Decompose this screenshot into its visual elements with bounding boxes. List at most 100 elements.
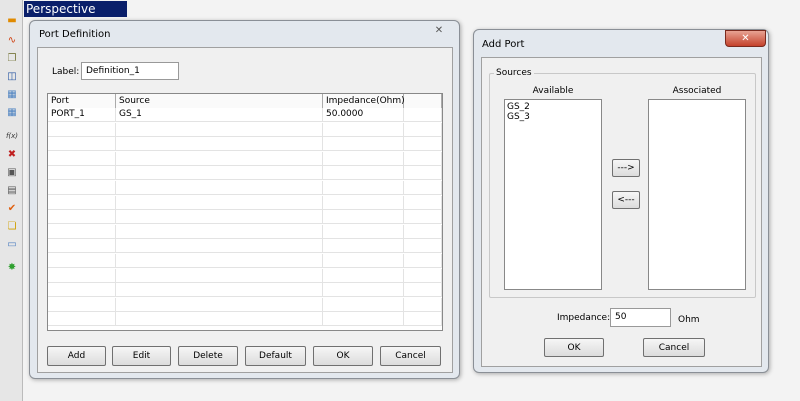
table-cell (48, 254, 116, 268)
table-cell (404, 268, 442, 283)
list-item[interactable]: GS_3 (507, 112, 599, 122)
table-cell (404, 151, 442, 166)
ports-table: Port Source Impedance(Ohm) PORT_1 GS_1 50.… (47, 93, 443, 331)
table-cell (404, 166, 442, 181)
table-row[interactable] (48, 122, 442, 137)
dialog-body: Label: Definition_1 Port Source Impedanc… (37, 47, 453, 373)
table-cell (404, 108, 442, 122)
table-cell (116, 151, 323, 166)
table-cell (116, 283, 323, 298)
sources-group-label: Sources (494, 68, 534, 78)
impedance-unit: Ohm (678, 315, 700, 325)
close-button[interactable]: ✕ (725, 30, 766, 47)
list-item[interactable]: GS_2 (507, 102, 599, 112)
table-cell (48, 166, 116, 181)
table-row[interactable] (48, 137, 442, 152)
table-cell (116, 122, 323, 137)
table-cell (323, 195, 404, 210)
table-cell (48, 297, 116, 312)
associated-list[interactable] (648, 99, 746, 290)
table-row[interactable] (48, 254, 442, 268)
box-icon[interactable]: ◫ (4, 70, 20, 83)
ok-button[interactable]: OK (313, 346, 373, 366)
copy-icon[interactable]: ❏ (4, 220, 20, 233)
table-cell (404, 137, 442, 152)
table-cell (48, 210, 116, 225)
table-cell (404, 312, 442, 327)
table-cell (404, 297, 442, 312)
table-cell (404, 195, 442, 210)
table-row[interactable] (48, 151, 442, 166)
table-cell: GS_1 (116, 108, 323, 122)
column-header-impedance[interactable]: Impedance(Ohm) (323, 94, 405, 108)
image-icon[interactable]: ▤ (4, 184, 20, 197)
edit-button[interactable]: Edit (112, 346, 171, 366)
table-cell (323, 210, 404, 225)
table-cell (323, 224, 404, 239)
table-row[interactable] (48, 224, 442, 239)
add-port-dialog: Add Port ✕ Sources Available Associated … (473, 29, 769, 373)
table-cell (48, 122, 116, 137)
table-cell (116, 137, 323, 152)
table-cell (116, 239, 323, 254)
ok-button[interactable]: OK (544, 338, 604, 357)
table-row[interactable] (48, 283, 442, 298)
function-icon[interactable]: f(x) (4, 130, 20, 143)
table-cell (404, 224, 442, 239)
table-row[interactable] (48, 210, 442, 225)
table-cell (404, 254, 442, 268)
add-button[interactable]: Add (47, 346, 106, 366)
plot-icon[interactable]: ▣ (4, 166, 20, 179)
table-cell: 50.0000 (323, 108, 404, 122)
grid-icon[interactable]: ▦ (4, 88, 20, 101)
left-toolbar: ▬ ∿ ❐ ◫ ▦ ▦ f(x) ✖ ▣ ▤ ✔ ❏ ▭ ✸ (0, 0, 23, 401)
table-cell (116, 210, 323, 225)
cancel-button[interactable]: Cancel (643, 338, 705, 357)
check-icon[interactable]: ✔ (4, 202, 20, 215)
column-header-port[interactable]: Port (48, 94, 116, 108)
table-cell (48, 312, 116, 327)
layers-icon[interactable]: ❐ (4, 52, 20, 65)
star-icon[interactable]: ✸ (4, 261, 20, 274)
table-row[interactable]: PORT_1 GS_1 50.0000 (48, 108, 442, 122)
table-row[interactable] (48, 166, 442, 181)
table-row[interactable] (48, 268, 442, 283)
table-cell (48, 151, 116, 166)
table-cell (323, 137, 404, 152)
table-cell (323, 151, 404, 166)
table-cell (323, 312, 404, 327)
table-cell (404, 210, 442, 225)
table-cell (116, 297, 323, 312)
impedance-input[interactable]: 50 (610, 308, 671, 327)
waveform-icon[interactable]: ∿ (4, 34, 20, 47)
perspective-title: Perspective (24, 1, 127, 17)
ruler-icon[interactable]: ▬ (4, 14, 20, 27)
table-row[interactable] (48, 181, 442, 195)
table-cell (48, 137, 116, 152)
table-cell (404, 181, 442, 195)
port-definition-dialog: Port Definition ✕ Label: Definition_1 Po… (29, 20, 460, 379)
document-icon[interactable]: ▭ (4, 238, 20, 251)
table-row[interactable] (48, 297, 442, 312)
move-left-button[interactable]: <--- (612, 191, 640, 209)
available-list[interactable]: GS_2 GS_3 (504, 99, 602, 290)
column-header-source[interactable]: Source (116, 94, 323, 108)
label-input[interactable]: Definition_1 (81, 62, 179, 80)
table-cell (116, 312, 323, 327)
table-cell (116, 254, 323, 268)
excel-icon[interactable]: ✖ (4, 148, 20, 161)
table-row[interactable] (48, 239, 442, 254)
cancel-button[interactable]: Cancel (380, 346, 441, 366)
table-cell (323, 239, 404, 254)
table-cell (116, 166, 323, 181)
dialog-title: Add Port (482, 39, 525, 50)
move-right-button[interactable]: ---> (612, 159, 640, 177)
table-row[interactable] (48, 312, 442, 327)
delete-button[interactable]: Delete (178, 346, 238, 366)
default-button[interactable]: Default (245, 346, 306, 366)
grid-alt-icon[interactable]: ▦ (4, 106, 20, 119)
table-cell (323, 297, 404, 312)
close-button[interactable]: ✕ (425, 25, 453, 39)
table-cell (116, 224, 323, 239)
table-row[interactable] (48, 195, 442, 210)
